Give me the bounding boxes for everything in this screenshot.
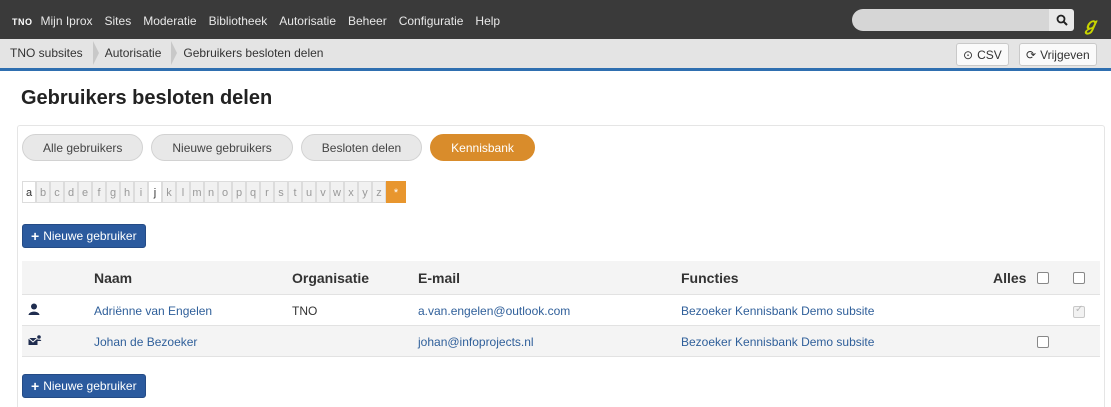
breadcrumb-bar: TNO subsites Autorisatie Gebruikers besl… (0, 39, 1111, 71)
col-all: Alles (993, 270, 1027, 286)
breadcrumb: TNO subsites Autorisatie Gebruikers besl… (0, 39, 1111, 68)
add-user-button[interactable]: + Nieuwe gebruiker (22, 224, 146, 248)
alphabet-letter-a[interactable]: a (22, 181, 36, 203)
plus-icon: + (31, 228, 40, 244)
alphabet-letter-g[interactable]: g (106, 181, 120, 203)
menu-item-moderatie[interactable]: Moderatie (143, 14, 196, 28)
alphabet-letter-w[interactable]: w (330, 181, 344, 203)
tab-alle-gebruikers[interactable]: Alle gebruikers (22, 134, 144, 161)
iprox-logo-icon[interactable]: ℊ (1082, 10, 1102, 34)
user-organisation: TNO (292, 304, 318, 318)
main-menu: Mijn Iprox Sites Moderatie Bibliotheek A… (41, 14, 513, 28)
alphabet-letter-y[interactable]: y (358, 181, 372, 203)
row-checkbox[interactable] (1037, 336, 1049, 348)
alphabet-letter-f[interactable]: f (92, 181, 106, 203)
record-icon: ⊙ (963, 47, 974, 62)
user-name-link[interactable]: Johan de Bezoeker (94, 335, 197, 349)
alphabet-letter-e[interactable]: e (78, 181, 92, 203)
users-table: Naam Organisatie E-mail Functies Alles A… (22, 261, 1100, 357)
tab-nieuwe-gebruikers[interactable]: Nieuwe gebruikers (151, 134, 293, 161)
user-functions-link[interactable]: Bezoeker Kennisbank Demo subsite (681, 335, 874, 349)
alphabet-letter-q[interactable]: q (246, 181, 260, 203)
col-name[interactable]: Naam (94, 270, 132, 286)
user-email-link[interactable]: johan@infoprojects.nl (418, 335, 534, 349)
alphabet-filter: a b c d e f g h i j k l m n o p q r s t u v w x y z * (22, 181, 406, 203)
menu-item-mijn-iprox[interactable]: Mijn Iprox (41, 14, 93, 28)
user-name-link[interactable]: Adriënne van Engelen (94, 304, 212, 318)
menu-item-beheer[interactable]: Beheer (348, 14, 387, 28)
plus-icon: + (31, 378, 40, 394)
release-button[interactable]: ⟳ Vrijgeven (1019, 43, 1097, 66)
release-label: Vrijgeven (1040, 47, 1090, 62)
alphabet-letter-i[interactable]: i (134, 181, 148, 203)
page-title: Gebruikers besloten delen (21, 87, 273, 109)
search-icon (1056, 14, 1068, 26)
csv-label: CSV (977, 47, 1002, 62)
alphabet-letter-j[interactable]: j (148, 181, 162, 203)
breadcrumb-item[interactable]: TNO subsites (0, 39, 99, 68)
search-button[interactable] (1049, 9, 1074, 31)
alphabet-letter-c[interactable]: c (50, 181, 64, 203)
table-row: Adriënne van Engelen TNO a.van.engelen@o… (22, 295, 1100, 326)
select-all-checkbox[interactable] (1037, 272, 1049, 284)
add-user-button-bottom[interactable]: + Nieuwe gebruiker (22, 374, 146, 398)
alphabet-letter-t[interactable]: t (288, 181, 302, 203)
search-input[interactable] (852, 9, 1049, 31)
alphabet-letter-d[interactable]: d (64, 181, 78, 203)
alphabet-letter-p[interactable]: p (232, 181, 246, 203)
refresh-icon: ⟳ (1026, 47, 1037, 62)
add-user-label: Nieuwe gebruiker (43, 379, 137, 393)
menu-item-autorisatie[interactable]: Autorisatie (279, 14, 336, 28)
alphabet-letter-k[interactable]: k (162, 181, 176, 203)
user-mail-icon (28, 334, 42, 349)
menu-item-help[interactable]: Help (475, 14, 500, 28)
alphabet-letter-r[interactable]: r (260, 181, 274, 203)
col-organisation[interactable]: Organisatie (292, 270, 369, 286)
alphabet-letter-v[interactable]: v (316, 181, 330, 203)
breadcrumb-item[interactable]: Autorisatie (93, 39, 178, 68)
alphabet-letter-s[interactable]: s (274, 181, 288, 203)
alphabet-letter-n[interactable]: n (204, 181, 218, 203)
add-user-label: Nieuwe gebruiker (43, 229, 137, 243)
user-icon (28, 303, 40, 318)
tab-besloten-delen[interactable]: Besloten delen (300, 134, 423, 161)
col-functions[interactable]: Functies (681, 270, 739, 286)
menu-item-bibliotheek[interactable]: Bibliotheek (209, 14, 268, 28)
menu-item-sites[interactable]: Sites (105, 14, 132, 28)
select-all-column-checkbox[interactable] (1073, 272, 1085, 284)
tab-kennisbank[interactable]: Kennisbank (430, 134, 535, 161)
csv-button[interactable]: ⊙ CSV (956, 43, 1009, 66)
alphabet-letter-o[interactable]: o (218, 181, 232, 203)
col-email[interactable]: E-mail (418, 270, 460, 286)
alphabet-letter-x[interactable]: x (344, 181, 358, 203)
alphabet-letter-h[interactable]: h (120, 181, 134, 203)
alphabet-letter-all[interactable]: * (386, 181, 406, 203)
alphabet-letter-l[interactable]: l (176, 181, 190, 203)
breadcrumb-item: Gebruikers besloten delen (183, 46, 324, 60)
brand-logo[interactable]: TNO (12, 17, 33, 27)
table-row: Johan de Bezoeker johan@infoprojects.nl … (22, 326, 1100, 357)
menu-item-configuratie[interactable]: Configuratie (399, 14, 464, 28)
alphabet-letter-u[interactable]: u (302, 181, 316, 203)
table-header: Naam Organisatie E-mail Functies Alles (22, 261, 1100, 295)
alphabet-letter-b[interactable]: b (36, 181, 50, 203)
user-email-link[interactable]: a.van.engelen@outlook.com (418, 304, 570, 318)
row-checkbox (1073, 304, 1085, 318)
filter-tabs: Alle gebruikers Nieuwe gebruikers Beslot… (22, 134, 543, 161)
alphabet-letter-m[interactable]: m (190, 181, 204, 203)
user-functions-link[interactable]: Bezoeker Kennisbank Demo subsite (681, 304, 874, 318)
alphabet-letter-z[interactable]: z (372, 181, 386, 203)
